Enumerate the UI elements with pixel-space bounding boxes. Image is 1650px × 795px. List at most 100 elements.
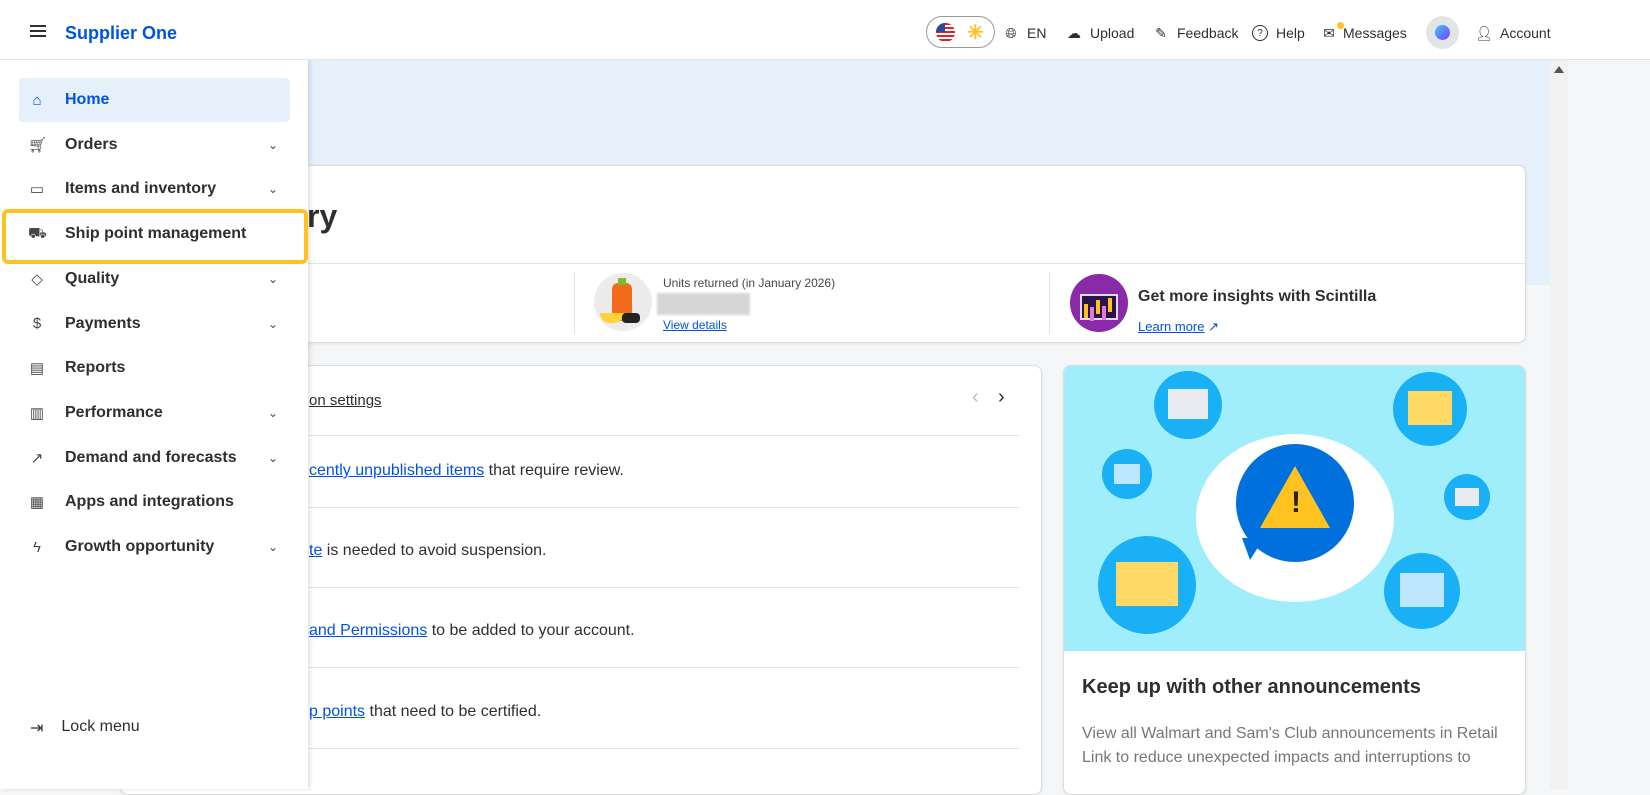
sidebar-item-ship-point-management[interactable]: ⛟ Ship point management: [19, 212, 290, 256]
feedback-button[interactable]: ✎ Feedback: [1153, 25, 1239, 42]
market-switcher[interactable]: ✳: [926, 16, 995, 48]
truck-icon: ⛟: [28, 224, 47, 242]
mail-icon: [1455, 488, 1479, 506]
sidebar-item-label: Growth opportunity: [65, 538, 215, 555]
sidebar-item-payments[interactable]: $ Payments ⌄: [19, 302, 290, 346]
bolt-icon: ϟ: [33, 538, 41, 556]
sidebar-item-performance[interactable]: ▥ Performance ⌄: [19, 391, 290, 435]
chevron-down-icon[interactable]: ⌄: [268, 317, 278, 331]
top-header: Supplier One ✳ 🌐︎ EN ☁ Upload ✎ Feedback ? H…: [0, 0, 1650, 60]
scrollbar[interactable]: [1550, 60, 1568, 789]
announcement-title: Keep up with other announcements: [1082, 676, 1421, 698]
help-icon: ?: [1252, 25, 1268, 41]
cloud-upload-icon: ☁: [1067, 24, 1081, 41]
announcement-illustration: !: [1064, 366, 1525, 651]
bar-chart-icon: ▥: [29, 404, 45, 422]
divider: [1049, 272, 1050, 334]
chevron-down-icon[interactable]: ⌄: [268, 272, 278, 286]
home-icon: ⌂: [32, 91, 42, 109]
chevron-down-icon[interactable]: ⌄: [268, 182, 278, 196]
globe-icon: 🌐︎: [1005, 24, 1017, 41]
sidebar-item-label: Home: [65, 91, 110, 108]
chevron-down-icon[interactable]: ⌄: [268, 406, 278, 420]
us-flag-icon: [936, 23, 955, 42]
sidebar-item-demand-and-forecasts[interactable]: ↗ Demand and forecasts ⌄: [19, 436, 290, 480]
brand-logo[interactable]: Supplier One: [65, 23, 177, 44]
notification-settings-link[interactable]: on settings: [309, 392, 382, 409]
scintilla-icon: [1070, 274, 1128, 332]
next-arrow-icon[interactable]: ›: [998, 386, 1005, 409]
messages-button[interactable]: ✉ Messages: [1321, 24, 1407, 42]
language-label: EN: [1027, 25, 1047, 41]
sidebar-item-apps-and-integrations[interactable]: ▦ Apps and integrations: [19, 480, 290, 524]
external-link-icon: ↗: [1208, 319, 1220, 334]
mail-icon: [1114, 464, 1140, 484]
upload-label: Upload: [1090, 25, 1135, 41]
cart-icon: 🛒︎: [28, 136, 48, 154]
divider: [309, 435, 1019, 436]
mail-icon: [1408, 391, 1452, 425]
task-row: p points that need to be certified.: [309, 703, 1019, 749]
task-link[interactable]: cently unpublished items: [309, 462, 484, 479]
summary-title: ry: [307, 198, 338, 234]
task-link[interactable]: te: [309, 542, 322, 559]
box-icon: ▭: [29, 181, 45, 199]
chevron-down-icon[interactable]: ⌄: [268, 451, 278, 465]
task-link[interactable]: p points: [309, 703, 365, 720]
lock-menu-icon: ⇥: [30, 720, 44, 737]
notification-dot: [1337, 22, 1344, 29]
sidebar-item-reports[interactable]: ▤ Reports: [19, 346, 290, 390]
task-row: te is needed to avoid suspension.: [309, 542, 1019, 588]
sidebar-item-home[interactable]: ⌂ Home: [19, 78, 290, 122]
returns-illustration: [594, 273, 652, 331]
sidebar-item-label: Reports: [65, 359, 126, 377]
avatar[interactable]: [1426, 16, 1459, 49]
task-text: that need to be certified.: [365, 703, 542, 720]
help-button[interactable]: ? Help: [1252, 25, 1305, 41]
chevron-down-icon[interactable]: ⌄: [268, 540, 278, 554]
lock-menu-label: Lock menu: [61, 718, 140, 735]
sidebar-item-items-and-inventory[interactable]: ▭ Items and inventory ⌄: [19, 167, 290, 211]
sidebar-item-label: Quality: [65, 269, 120, 287]
store-icon: ▦: [29, 494, 45, 512]
summary-card: ry Units returned (in January 2026) View…: [120, 165, 1526, 343]
divider: [574, 272, 575, 334]
sidebar-item-growth-opportunity[interactable]: ϟ Growth opportunity ⌄: [19, 525, 290, 569]
learn-more-link[interactable]: Learn more ↗: [1138, 319, 1219, 335]
feedback-label: Feedback: [1177, 25, 1239, 41]
task-text: that require review.: [484, 462, 624, 479]
sidebar-item-quality[interactable]: ◇ Quality ⌄: [19, 257, 290, 301]
menu-icon[interactable]: [30, 25, 46, 37]
messages-label: Messages: [1343, 25, 1407, 41]
sidebar-item-orders[interactable]: 🛒︎ Orders ⌄: [19, 123, 290, 167]
task-text: is needed to avoid suspension.: [322, 542, 547, 559]
divider: [121, 263, 1525, 264]
announcement-card: ! Keep up with other announcements View …: [1063, 365, 1526, 795]
units-returned-label: Units returned (in January 2026): [663, 276, 836, 290]
sidebar-item-label: Apps and integrations: [65, 493, 234, 511]
view-details-link[interactable]: View details: [663, 318, 727, 332]
user-icon: 👤︎: [1475, 24, 1493, 41]
previous-arrow-icon[interactable]: ‹: [972, 386, 979, 409]
diamond-icon: ◇: [31, 270, 43, 288]
account-button[interactable]: 👤︎ Account: [1475, 24, 1551, 42]
account-label: Account: [1500, 25, 1551, 41]
help-label: Help: [1276, 25, 1305, 41]
lock-menu-button[interactable]: ⇥ Lock menu: [30, 718, 140, 738]
sidebar-item-label: Performance: [65, 403, 163, 421]
redacted-value: [657, 293, 750, 315]
task-link[interactable]: and Permissions: [309, 622, 427, 639]
mail-icon: [1400, 573, 1444, 607]
chevron-down-icon[interactable]: ⌄: [268, 138, 278, 152]
trend-icon: ↗: [30, 449, 44, 467]
sidebar-item-label: Orders: [65, 135, 118, 153]
task-row: cently unpublished items that require re…: [309, 462, 1019, 508]
task-row: and Permissions to be added to your acco…: [309, 622, 1019, 668]
upload-button[interactable]: ☁ Upload: [1066, 24, 1135, 42]
language-button[interactable]: 🌐︎ EN: [1003, 24, 1047, 42]
scroll-up-icon[interactable]: [1554, 66, 1564, 73]
sidebar: ⌂ Home 🛒︎ Orders ⌄ ▭ Items and inventory ⌄ ⛟ Ship…: [0, 60, 308, 789]
sidebar-item-label: Payments: [65, 314, 141, 332]
dollar-icon: $: [32, 315, 42, 332]
mail-icon: ✉: [1323, 24, 1335, 41]
